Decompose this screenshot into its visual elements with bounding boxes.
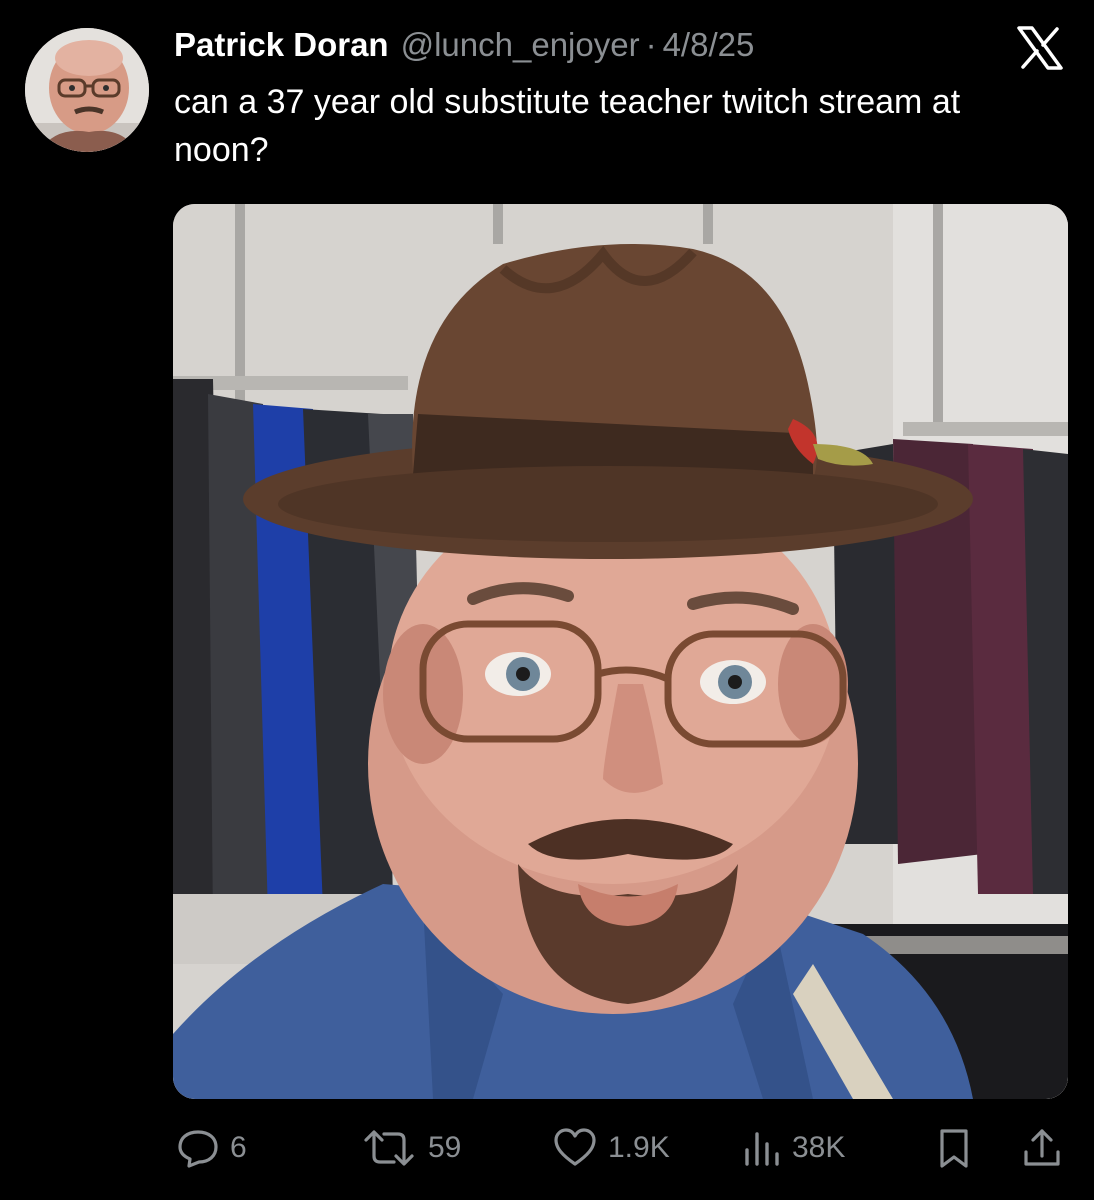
share-button[interactable] xyxy=(1020,1118,1064,1178)
repost-count: 59 xyxy=(428,1131,462,1164)
views-button[interactable]: 38K xyxy=(742,1118,845,1178)
bookmark-icon xyxy=(940,1129,968,1168)
repost-button[interactable]: 59 xyxy=(360,1118,461,1178)
author-handle[interactable]: @lunch_enjoyer xyxy=(401,22,640,68)
tweet-header: Patrick Doran @lunch_enjoyer · 4/8/25 xyxy=(174,22,754,68)
like-count: 1.9K xyxy=(608,1131,670,1164)
reply-count: 6 xyxy=(230,1131,247,1164)
reply-icon xyxy=(178,1130,218,1168)
share-icon xyxy=(1024,1129,1060,1166)
repost-icon xyxy=(364,1130,414,1166)
tweet-text: can a 37 year old substitute teacher twi… xyxy=(174,83,961,169)
tweet: Patrick Doran @lunch_enjoyer · 4/8/25 ca… xyxy=(0,0,1094,1200)
avatar-photo xyxy=(25,28,149,152)
bookmark-button[interactable] xyxy=(934,1118,974,1178)
header-separator: · xyxy=(645,26,657,63)
selfie-photo-illustration xyxy=(173,204,1068,1099)
action-bar: 6 59 1.9K 38K xyxy=(0,1118,1094,1178)
author-display-name[interactable]: Patrick Doran xyxy=(174,22,389,68)
reply-button[interactable]: 6 xyxy=(176,1118,247,1178)
tweet-date[interactable]: 4/8/25 xyxy=(663,22,755,68)
x-logo-icon[interactable] xyxy=(1016,26,1064,70)
views-icon xyxy=(745,1132,779,1166)
views-count: 38K xyxy=(792,1131,846,1164)
heart-icon xyxy=(554,1128,596,1166)
avatar[interactable] xyxy=(25,28,149,152)
tweet-photo[interactable] xyxy=(173,204,1068,1099)
like-button[interactable]: 1.9K xyxy=(552,1118,670,1178)
